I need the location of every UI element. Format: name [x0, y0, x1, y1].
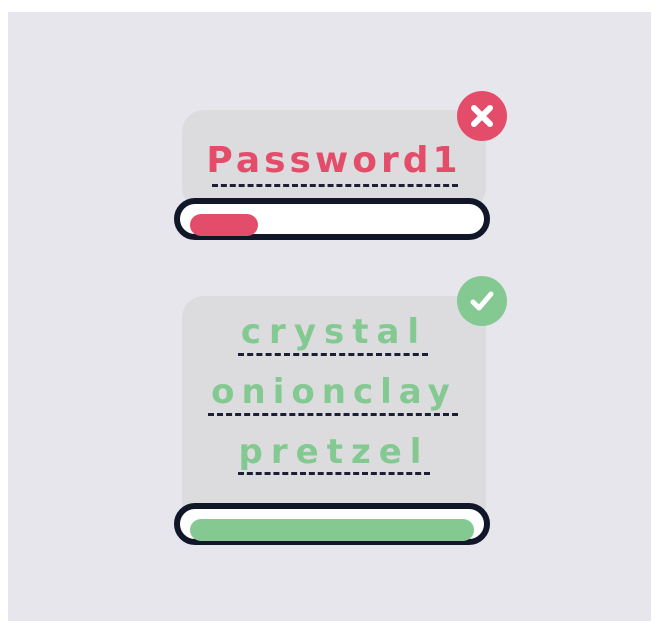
close-icon	[471, 105, 493, 127]
check-icon	[470, 291, 494, 311]
strong-strength-meter	[174, 503, 490, 545]
passphrase-word-1: crystal	[240, 312, 428, 352]
weak-password-text: Password1	[206, 140, 462, 181]
strong-status-badge	[457, 276, 507, 326]
weak-status-badge	[457, 91, 507, 141]
weak-strength-fill	[190, 214, 258, 236]
strong-strength-fill	[190, 519, 474, 541]
passphrase-word-3-underline	[238, 472, 430, 475]
passphrase-word-2: onionclay	[211, 372, 457, 412]
weak-password-underline	[212, 184, 458, 187]
illustration-canvas: Password1 crystal onionclay pretzel	[8, 12, 651, 621]
passphrase-word-1-underline	[238, 353, 428, 356]
passphrase-word-3: pretzel	[238, 432, 430, 472]
weak-strength-meter	[174, 198, 490, 240]
passphrase-word-2-underline	[208, 413, 458, 416]
